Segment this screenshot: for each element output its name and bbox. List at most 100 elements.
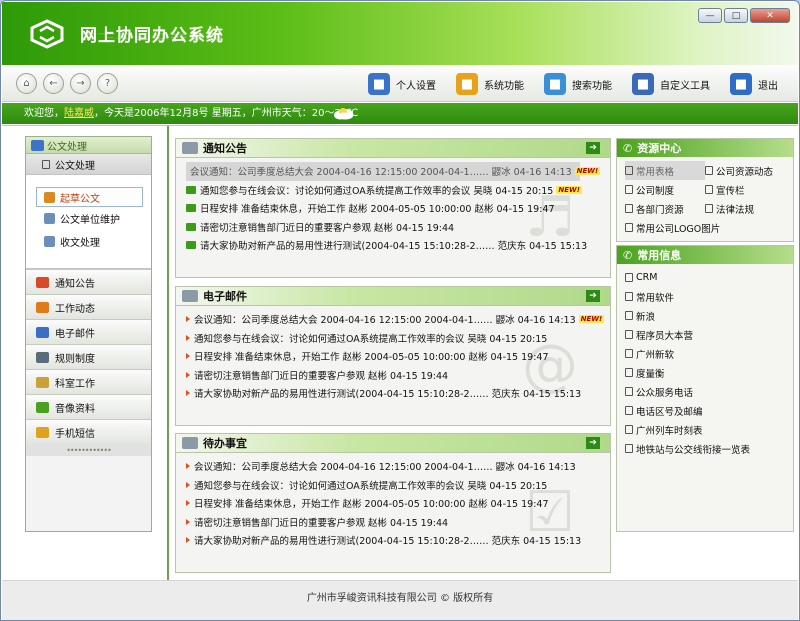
resource-item-label: 常用表格	[636, 166, 675, 178]
toolbar-item[interactable]: ■ 退出	[730, 72, 778, 96]
document-icon	[705, 166, 713, 175]
toolbar-item[interactable]: ■ 个人设置	[368, 72, 436, 96]
arrow-bullet-icon	[186, 537, 190, 544]
toolbar-item-label: 自定义工具	[660, 80, 710, 92]
resource-item[interactable]: 常用公司LOGO图片	[625, 218, 797, 237]
panel-list-item[interactable]: 通知您参与在线会议：讨论如何通过OA系统提高工作效率的会议 吴晓 04-15 2…	[186, 181, 610, 200]
sidebar-menu-item[interactable]: 规则制度	[26, 344, 151, 369]
sidebar-menu-item[interactable]: 工作动态	[26, 294, 151, 319]
document-icon	[625, 406, 633, 415]
resource-item[interactable]: 各部门资源	[625, 199, 705, 218]
common-info-header: ✆ 常用信息	[617, 246, 793, 264]
panel-list-item-text: 通知您参与在线会议：讨论如何通过OA系统提高工作效率的会议 吴晓 04-15 2…	[194, 333, 548, 345]
panel-list-item-text: 请密切注意销售部门近日的重要客户参观 赵彬 04-15 19:44	[194, 370, 449, 382]
toolbar-item[interactable]: ■ 自定义工具	[632, 72, 710, 96]
sidebar-subitem-label: 起草公文	[60, 193, 100, 205]
sidebar-menu-item[interactable]: 手机短信	[26, 419, 151, 444]
panel-list-item[interactable]: 会议通知：公司季度总结大会 2004-04-16 12:15:00 2004-0…	[186, 162, 601, 181]
date-weather-text: ，今天是2006年12月8号 星期五，广州市天气：20～26℃	[94, 108, 359, 119]
document-icon	[625, 223, 633, 232]
panel-list-item[interactable]: 请大家协助对新产品的易用性进行测试(2004-04-15 15:10:28-2……	[186, 384, 610, 403]
document-icon	[625, 204, 633, 213]
panel-list-item[interactable]: 请密切注意销售部门近日的重要客户参观 赵彬 04-15 19:44	[186, 366, 610, 385]
more-arrow-icon[interactable]: ➔	[586, 437, 600, 449]
common-info-item-label: 电话区号及邮编	[636, 406, 703, 418]
panel-body: @ 会议通知：公司季度总结大会 2004-04-16 12:15:00 2004-…	[176, 306, 610, 403]
speaker-icon	[36, 276, 49, 288]
info-bar: 欢迎您，陆嘉威，今天是2006年12月8号 星期五，广州市天气：20～26℃	[2, 103, 798, 124]
panel-list-item-text: 会议通知：公司季度总结大会 2004-04-16 12:15:00 2004-0…	[190, 167, 572, 179]
resource-item[interactable]: 常用表格	[625, 161, 705, 180]
document-icon	[625, 387, 633, 396]
common-info-item[interactable]: 程序员大本营	[625, 325, 793, 344]
splitter[interactable]	[167, 126, 169, 580]
arrow-bullet-icon	[186, 334, 190, 341]
panel-list-item[interactable]: 日程安排 准备结束休息，开始工作 赵彬 2004-05-05 10:00:00 …	[186, 494, 610, 513]
resource-item[interactable]: 法律法规	[705, 199, 797, 218]
sidebar-menu-item[interactable]: 音像资料	[26, 394, 151, 419]
toolbar-item-label: 个人设置	[396, 80, 436, 92]
common-info-item[interactable]: 公众服务电话	[625, 382, 793, 401]
sidebar-subitem[interactable]: 公文单位维护	[26, 207, 151, 230]
sidebar-subitems: 起草公文公文单位维护 收文处理	[26, 175, 151, 269]
sidebar-menu-item[interactable]: 电子邮件	[26, 319, 151, 344]
toolbar-item[interactable]: ■ 搜索功能	[544, 72, 612, 96]
document-icon	[625, 311, 633, 320]
panel-list-item[interactable]: 请大家协助对新产品的易用性进行测试(2004-04-15 15:10:28-2……	[186, 236, 610, 255]
resource-item[interactable]: 宣传栏	[705, 180, 797, 199]
phone-icon: ✆	[623, 141, 633, 155]
panel-list-item[interactable]: 会议通知：公司季度总结大会 2004-04-16 12:15:00 2004-0…	[186, 310, 610, 329]
home-icon[interactable]: ⌂	[16, 73, 37, 94]
sidebar-open-menu-label: 公文处理	[55, 160, 95, 172]
panel-list-item[interactable]: 请密切注意销售部门近日的重要客户参观 赵彬 04-15 19:44	[186, 513, 610, 532]
resource-center-panel: ✆ 资源中心 常用表格 公司资源动态 公司制度 宣传栏 各部门资源 法律法规 常用公司LOG…	[616, 138, 794, 242]
panel-list-item[interactable]: 会议通知：公司季度总结大会 2004-04-16 12:15:00 2004-0…	[186, 457, 610, 476]
document-icon	[705, 185, 713, 194]
minimize-button[interactable]: —	[698, 8, 722, 23]
more-arrow-icon[interactable]: ➔	[586, 142, 600, 154]
arrow-bullet-icon	[186, 353, 190, 360]
common-info-item-label: 广州新软	[636, 349, 675, 361]
common-info-item[interactable]: 电话区号及邮编	[625, 401, 793, 420]
panel-list-item[interactable]: 日程安排 准备结束休息，开始工作 赵彬 2004-05-05 10:00:00 …	[186, 347, 610, 366]
panel-list-item[interactable]: 请大家协助对新产品的易用性进行测试(2004-04-15 15:10:28-2……	[186, 531, 610, 550]
panel-list-item[interactable]: 日程安排 准备结束休息，开始工作 赵彬 2004-05-05 10:00:00 …	[186, 199, 610, 218]
panel-list-item[interactable]: 通知您参与在线会议：讨论如何通过OA系统提高工作效率的会议 吴晓 04-15 2…	[186, 476, 610, 495]
forward-icon[interactable]: →	[70, 73, 91, 94]
sidebar-menu-item[interactable]: 通知公告	[26, 269, 151, 294]
app-title-reflection: 网上协同办公系统	[80, 31, 224, 41]
panel-list-item[interactable]: 请密切注意销售部门近日的重要客户参观 赵彬 04-15 19:44	[186, 218, 610, 237]
sidebar-menu-item[interactable]: 科室工作	[26, 369, 151, 394]
panel-list-item-text: 日程安排 准备结束休息，开始工作 赵彬 2004-05-05 10:00:00 …	[194, 499, 549, 511]
user-link[interactable]: 陆嘉威	[64, 108, 94, 119]
media-icon	[36, 401, 49, 413]
common-info-item[interactable]: 地铁站与公交线衔接一览表	[625, 439, 793, 458]
back-icon[interactable]: ←	[43, 73, 64, 94]
sidebar: 公文处理 公文处理 起草公文公文单位维护 收文处理 通知公告 工作动态 电子邮件规则制…	[25, 136, 152, 532]
resource-item[interactable]: 公司资源动态	[705, 161, 797, 180]
resource-item[interactable]: 公司制度	[625, 180, 705, 199]
help-icon[interactable]: ?	[97, 73, 118, 94]
speaker-bullet-icon	[186, 185, 196, 194]
common-info-item[interactable]: 新浪	[625, 306, 793, 325]
panel-list-item-text: 通知您参与在线会议：讨论如何通过OA系统提高工作效率的会议 吴晓 04-15 2…	[200, 185, 554, 197]
common-info-item[interactable]: 度量衡	[625, 363, 793, 382]
common-info-item[interactable]: 常用软件	[625, 287, 793, 306]
toolbar-item[interactable]: ■ 系统功能	[456, 72, 524, 96]
common-info-item[interactable]: CRM	[625, 268, 793, 287]
common-info-item[interactable]: 广州新软	[625, 344, 793, 363]
sidebar-menu-label: 规则制度	[55, 353, 95, 365]
sidebar-grip[interactable]: ••••••••••••	[26, 444, 151, 456]
sidebar-open-menu[interactable]: 公文处理	[26, 154, 151, 175]
panel-list-item[interactable]: 通知您参与在线会议：讨论如何通过OA系统提高工作效率的会议 吴晓 04-15 2…	[186, 329, 610, 348]
work-arrow-icon	[36, 301, 49, 313]
sidebar-header-label: 公文处理	[47, 141, 87, 153]
sidebar-subitem[interactable]: 收文处理	[26, 230, 151, 253]
nav-buttons: ⌂ ← → ?	[16, 73, 118, 94]
more-arrow-icon[interactable]: ➔	[586, 290, 600, 302]
maximize-button[interactable]: □	[724, 8, 748, 23]
common-info-item[interactable]: 广州列车时刻表	[625, 420, 793, 439]
panel-header: 通知公告 ➔	[176, 139, 610, 158]
close-button[interactable]: ✕	[750, 8, 790, 23]
sidebar-subitem[interactable]: 起草公文	[36, 187, 143, 207]
